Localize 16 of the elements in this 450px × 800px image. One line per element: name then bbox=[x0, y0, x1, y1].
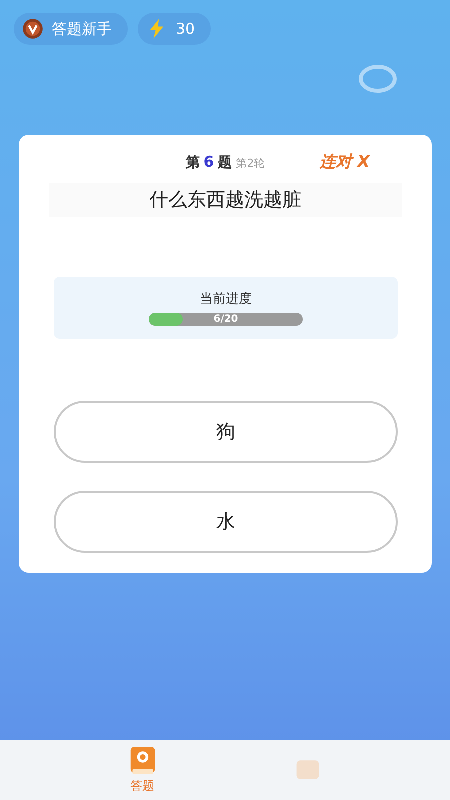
medal-icon bbox=[22, 18, 44, 40]
answer-option[interactable]: 狗 bbox=[54, 401, 398, 463]
progress-label: 当前进度 bbox=[200, 291, 252, 308]
book-icon bbox=[128, 746, 156, 776]
question-number-prefix: 第 bbox=[186, 154, 200, 172]
progress-reading: 6/20 bbox=[214, 314, 238, 325]
question-text: 什么东西越洗越脏 bbox=[49, 183, 402, 217]
tab-label: 答题 bbox=[130, 778, 154, 794]
question-number: 6 bbox=[204, 152, 214, 170]
round-label: 第2轮 bbox=[236, 156, 266, 170]
streak-label: 连对 X bbox=[320, 152, 370, 172]
energy-count: 30 bbox=[176, 20, 196, 38]
rank-label: 答题新手 bbox=[52, 20, 112, 38]
ring-decoration bbox=[358, 64, 398, 94]
answer-option[interactable]: 水 bbox=[54, 491, 398, 553]
question-number-suffix: 题 bbox=[218, 154, 232, 172]
